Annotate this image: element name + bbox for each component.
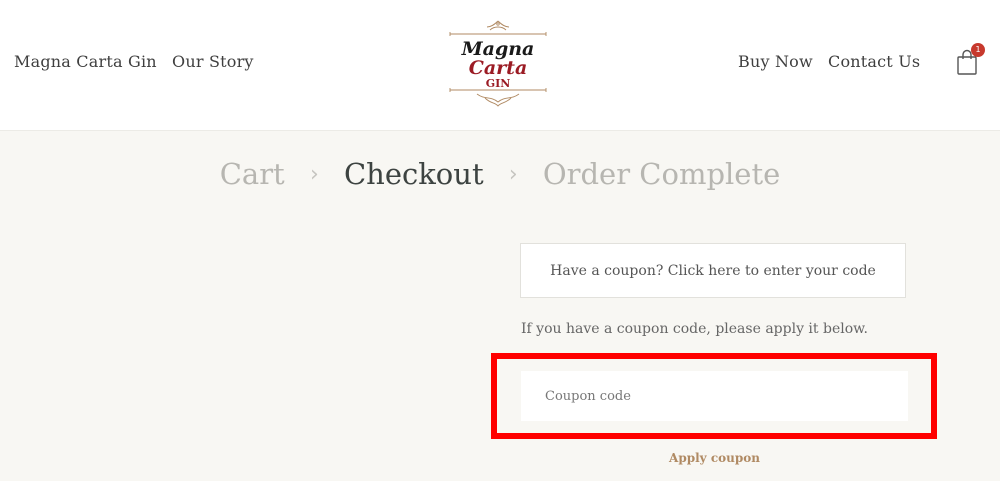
site-header: Magna Carta Gin Our Story Magna Carta GI… <box>0 0 1000 131</box>
nav-link-contact-us[interactable]: Contact Us <box>828 52 920 71</box>
chevron-right-icon: › <box>309 161 319 187</box>
step-order-complete: Order Complete <box>542 157 781 191</box>
apply-coupon-button[interactable]: Apply coupon <box>521 451 908 465</box>
nav-link-magna-carta-gin[interactable]: Magna Carta Gin <box>14 52 157 71</box>
step-checkout: Checkout <box>343 157 484 191</box>
logo-line-2: Carta <box>469 57 528 79</box>
chevron-right-icon: › <box>508 161 518 187</box>
coupon-code-input[interactable] <box>521 371 908 421</box>
coupon-info-text: If you have a coupon code, please apply … <box>521 321 868 337</box>
coupon-toggle[interactable]: Have a coupon? Click here to enter your … <box>520 243 906 298</box>
cart-count-badge: 1 <box>971 43 985 57</box>
logo-line-3: GIN <box>486 77 511 90</box>
step-cart[interactable]: Cart <box>220 157 285 191</box>
brand-logo[interactable]: Magna Carta GIN <box>447 18 549 108</box>
checkout-steps: Cart › Checkout › Order Complete <box>0 155 1000 201</box>
nav-link-our-story[interactable]: Our Story <box>172 52 254 71</box>
nav-link-buy-now[interactable]: Buy Now <box>738 52 813 71</box>
logo-emblem-icon: Magna Carta GIN <box>449 20 547 107</box>
